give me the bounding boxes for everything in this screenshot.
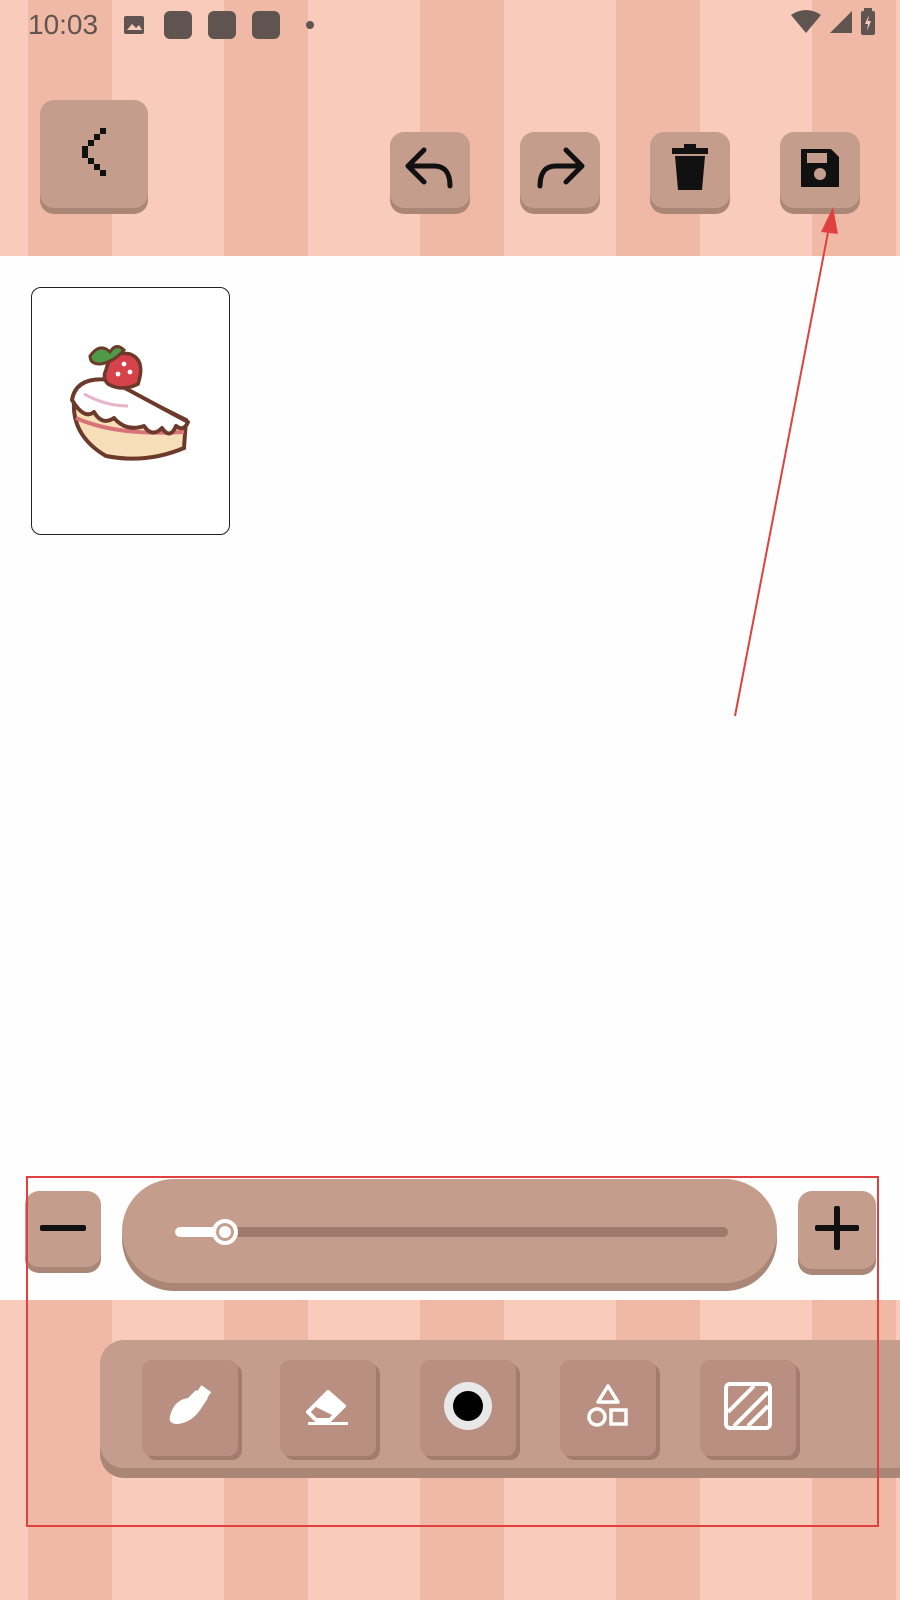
redo-button[interactable] [520,132,600,208]
slider-track[interactable] [175,1219,728,1245]
save-button[interactable] [780,132,860,208]
app-icon [164,11,192,39]
tool-brush[interactable] [142,1360,238,1456]
battery-icon [860,7,876,41]
shapes-icon [586,1383,630,1433]
eraser-icon [304,1386,352,1431]
undo-button[interactable] [390,132,470,208]
size-minus-button[interactable] [25,1191,101,1267]
back-button[interactable] [40,100,148,208]
image-icon [122,13,146,37]
tool-tray [100,1340,900,1468]
status-bar: 10:03 [0,0,900,50]
undo-icon [404,146,456,195]
status-time: 10:03 [28,9,99,40]
slider-thumb[interactable] [212,1219,238,1245]
brush-size-slider[interactable] [122,1179,777,1283]
cake-sticker [66,340,196,475]
color-dot-icon [443,1381,493,1436]
top-bar: 10:03 [0,0,900,256]
signal-icon [828,9,854,40]
status-right [790,7,876,41]
dot-icon [306,21,314,29]
pattern-icon [724,1381,772,1435]
bottom-bar [0,1300,900,1600]
tool-color[interactable] [420,1360,516,1456]
app-icon [252,11,280,39]
plus-icon [815,1205,859,1255]
delete-button[interactable] [650,132,730,208]
minus-icon [40,1220,86,1238]
sticker-card[interactable] [31,287,230,535]
tool-pattern[interactable] [700,1360,796,1456]
redo-icon [534,146,586,195]
brush-size-row [0,1176,900,1300]
trash-icon [670,143,710,197]
save-icon [799,147,841,194]
size-plus-button[interactable] [798,1191,876,1269]
tool-shapes[interactable] [560,1360,656,1456]
wifi-icon [790,9,822,40]
brush-icon [166,1384,214,1433]
tool-eraser[interactable] [280,1360,376,1456]
app-icon [208,11,236,39]
back-icon [74,124,114,185]
